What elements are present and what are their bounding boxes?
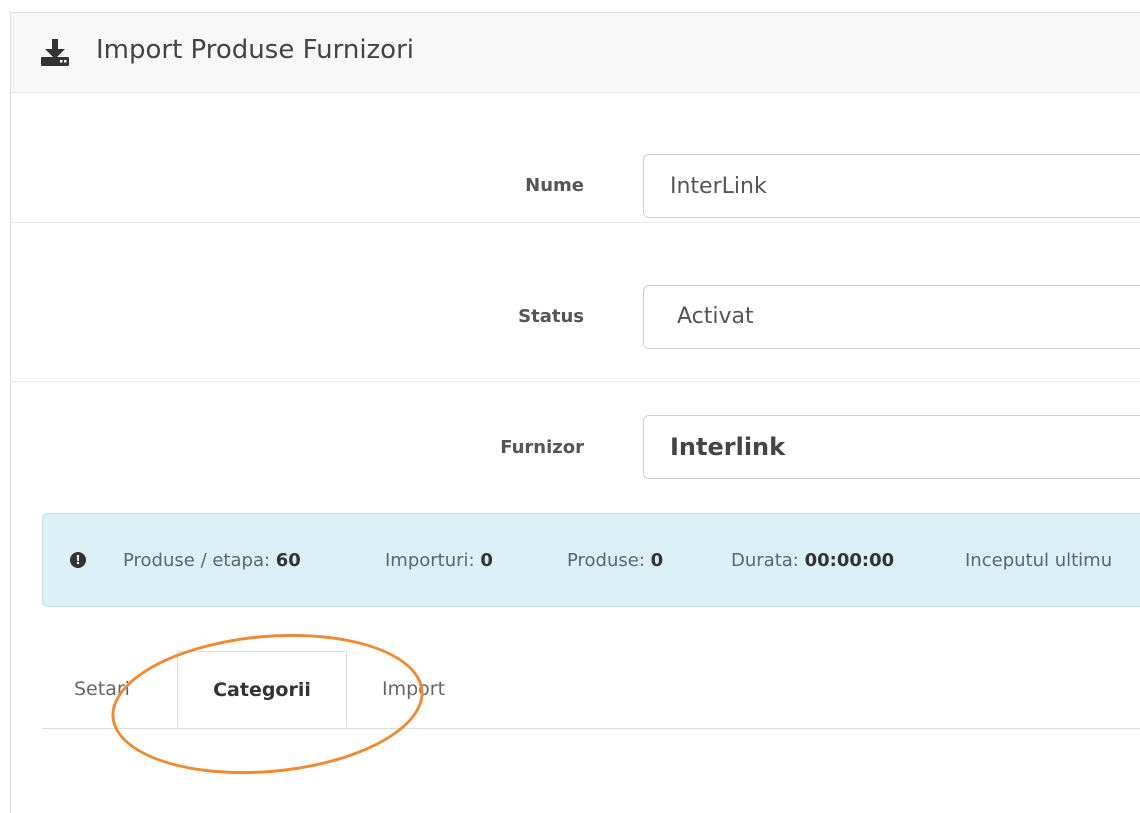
nume-input[interactable]: [643, 154, 1140, 218]
form-row-status: Status Activat: [11, 252, 1140, 382]
stat-inceputul-ultimului: Inceputul ultimu: [965, 550, 1113, 571]
furnizor-select[interactable]: Interlink: [643, 415, 1140, 479]
stat-produse-etapa: Produse / etapa: 60: [123, 550, 301, 571]
tab-categorii[interactable]: Categorii: [177, 651, 347, 728]
form-row-nume: Nume: [11, 93, 1140, 223]
stat-durata: Durata: 00:00:00: [731, 550, 895, 571]
import-panel: Import Produse Furnizori Nume Status Act…: [10, 12, 1140, 813]
tab-import[interactable]: Import: [382, 678, 445, 700]
form-row-furnizor: Furnizor Interlink: [11, 382, 1140, 511]
stat-importuri: Importuri: 0: [385, 550, 493, 571]
furnizor-label: Furnizor: [500, 437, 584, 458]
status-select[interactable]: Activat: [643, 285, 1140, 349]
panel-heading: Import Produse Furnizori: [11, 13, 1140, 93]
page-title: Import Produse Furnizori: [96, 35, 415, 65]
import-info-alert: ! Produse / etapa: 60 Importuri: 0 Produ…: [42, 513, 1140, 607]
download-icon: [41, 39, 69, 66]
status-label: Status: [518, 306, 584, 327]
stat-produse: Produse: 0: [567, 550, 664, 571]
nume-label: Nume: [525, 175, 584, 196]
exclamation-circle-icon: !: [70, 552, 86, 568]
tab-setari[interactable]: Setari: [74, 678, 130, 700]
tab-bar: Setari Categorii Import: [42, 651, 1140, 729]
